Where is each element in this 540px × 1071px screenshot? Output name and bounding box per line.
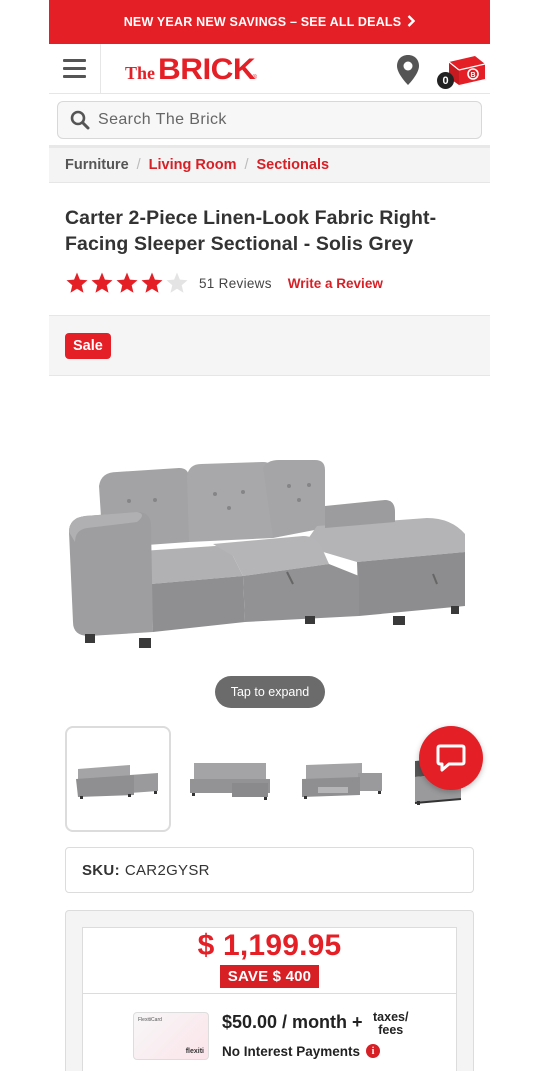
search-bar [49, 94, 490, 148]
price-top: $ 1,199.95 SAVE $ 400 [83, 928, 456, 994]
breadcrumb-sectionals[interactable]: Sectionals [257, 157, 330, 173]
search-input[interactable] [98, 111, 458, 129]
breadcrumb: Furniture / Living Room / Sectionals [49, 148, 490, 183]
thumbnail-strip [49, 726, 490, 836]
menu-icon[interactable] [49, 43, 101, 94]
sofa-image[interactable] [67, 456, 467, 651]
breadcrumb-living-room[interactable]: Living Room [149, 157, 237, 173]
product-image[interactable]: Tap to expand [49, 376, 490, 726]
breadcrumb-separator: / [244, 157, 249, 173]
star-filled-icon [141, 272, 163, 293]
chat-button[interactable] [419, 726, 483, 790]
taxes-fees-label: taxes/ fees [373, 1010, 409, 1037]
sale-price: $ 1,199.95 [197, 929, 342, 962]
price-section: $ 1,199.95 SAVE $ 400 FlexitiCard flexit… [65, 910, 474, 1071]
thumbnail-2[interactable] [177, 726, 283, 832]
chat-icon [436, 744, 466, 772]
flexiti-card-image: FlexitiCard flexiti [133, 1012, 209, 1060]
cart-count-badge: 0 [437, 72, 454, 89]
svg-text:B: B [470, 72, 475, 79]
breadcrumb-furniture[interactable]: Furniture [65, 157, 129, 173]
flexiti-card-label: FlexitiCard [138, 1017, 162, 1023]
rating-row: 51 Reviews Write a Review [49, 257, 490, 295]
site-header: The BRICK ® B 0 [49, 43, 490, 94]
review-count-link[interactable]: 51 Reviews [199, 276, 272, 291]
monthly-payment: $50.00 / month + [222, 1012, 363, 1032]
star-empty-icon [166, 272, 188, 293]
no-interest-label: No Interest Payments [222, 1044, 361, 1059]
star-filled-icon [116, 272, 138, 293]
promo-text: NEW YEAR NEW SAVINGS – SEE ALL DEALS [123, 15, 402, 29]
star-filled-icon [66, 272, 88, 293]
brand-logo[interactable]: The BRICK ® [125, 53, 257, 87]
sku-box: SKU: CAR2GYSR [65, 847, 474, 893]
sku-value: CAR2GYSR [124, 861, 210, 879]
search-icon [70, 110, 90, 130]
info-icon[interactable]: i [366, 1044, 380, 1058]
sku-label: SKU: [82, 861, 120, 879]
breadcrumb-separator: / [136, 157, 141, 173]
logo-brick: BRICK [158, 53, 256, 86]
search-box[interactable] [57, 101, 482, 139]
flexiti-brand: flexiti [185, 1048, 204, 1055]
location-pin-icon[interactable] [395, 54, 421, 86]
sale-badge: Sale [65, 332, 111, 359]
write-review-link[interactable]: Write a Review [288, 276, 383, 291]
product-title: Carter 2-Piece Linen-Look Fabric Right-F… [65, 207, 437, 255]
star-rating[interactable] [65, 271, 189, 295]
logo-the: The [125, 63, 156, 83]
save-badge: SAVE $ 400 [219, 965, 320, 988]
thumbnail-3[interactable] [289, 726, 395, 832]
thumbnail-1[interactable] [65, 726, 171, 832]
financing-row[interactable]: FlexitiCard flexiti $50.00 / month + tax… [83, 994, 456, 1071]
promo-banner[interactable]: NEW YEAR NEW SAVINGS – SEE ALL DEALS [49, 0, 490, 44]
sale-bar: Sale [49, 315, 490, 376]
chevron-right-icon [407, 14, 416, 30]
product-page: NEW YEAR NEW SAVINGS – SEE ALL DEALS The… [49, 0, 490, 1071]
star-filled-icon [91, 272, 113, 293]
tap-to-expand-hint[interactable]: Tap to expand [215, 676, 325, 708]
price-card: $ 1,199.95 SAVE $ 400 FlexitiCard flexit… [82, 927, 457, 1071]
